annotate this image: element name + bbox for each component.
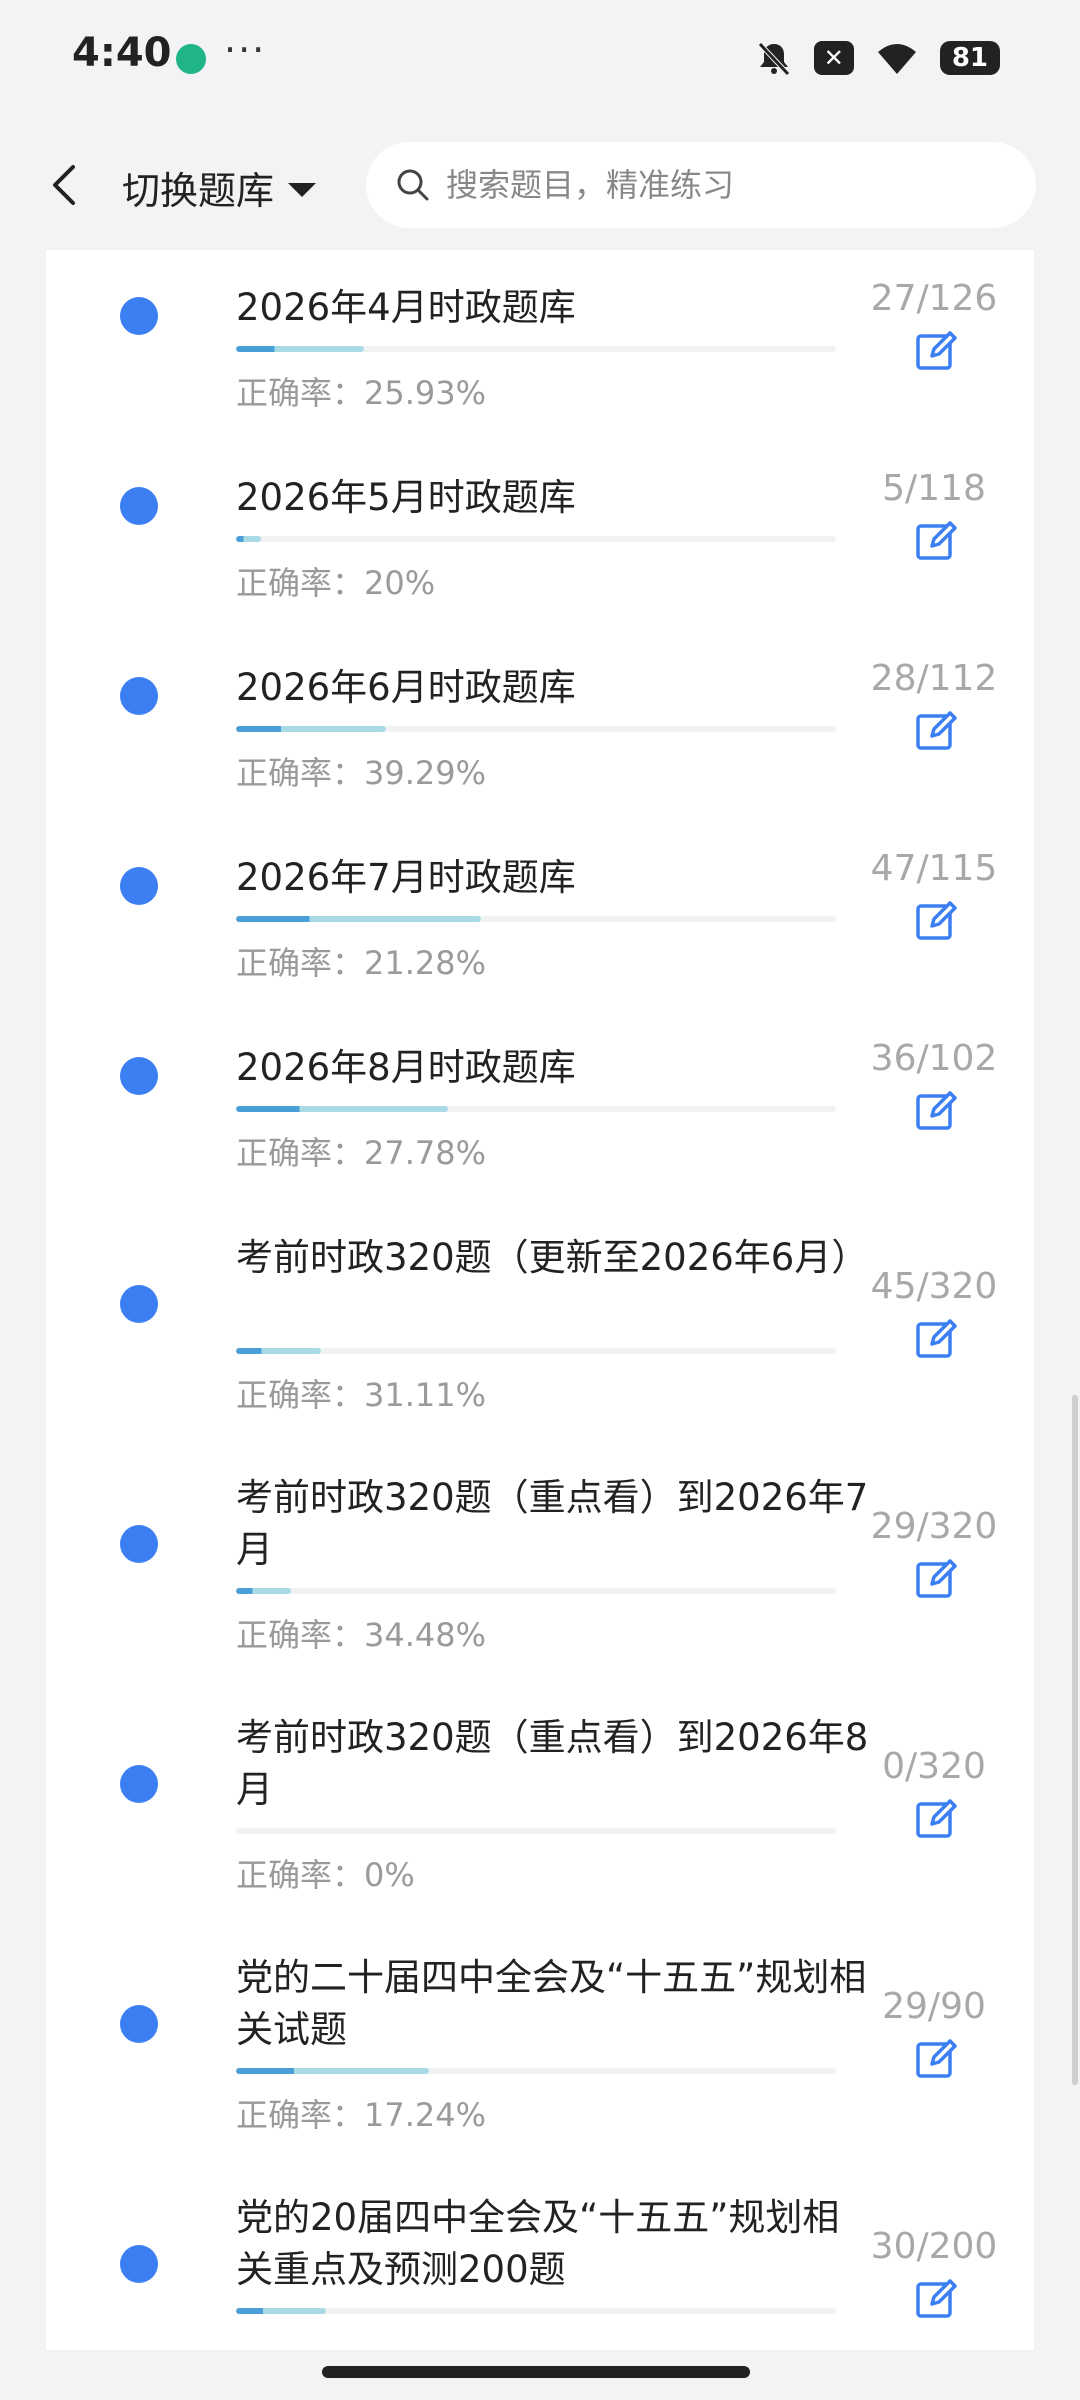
progress-fill	[236, 2308, 326, 2314]
progress-bar	[236, 1588, 836, 1594]
accuracy-text: 正确率：20%	[236, 564, 436, 602]
edit-icon[interactable]	[914, 1796, 958, 1840]
switch-bank-label: 切换题库	[122, 169, 275, 213]
status-dot	[120, 677, 158, 715]
clock: 4:40	[72, 30, 172, 76]
home-indicator[interactable]	[322, 2366, 750, 2378]
progress-bar	[236, 536, 836, 542]
progress-bar	[236, 346, 836, 352]
edit-icon[interactable]	[914, 1316, 958, 1360]
back-button[interactable]	[44, 158, 84, 212]
close-notification-icon: ✕	[813, 41, 854, 75]
list-item[interactable]: 党的20届四中全会及“十五五”规划相关重点及预测200题 30/200	[46, 2182, 1034, 2350]
edit-icon[interactable]	[914, 518, 958, 562]
accuracy-text: 正确率：31.11%	[236, 1376, 487, 1414]
progress-fill	[236, 2068, 430, 2074]
progress-count: 27/126	[870, 278, 998, 319]
chevron-left-icon	[53, 165, 75, 205]
bank-title: 2026年6月时政题库	[236, 666, 576, 709]
progress-count: 29/90	[882, 1986, 986, 2027]
status-icons: ✕ 81	[754, 38, 1000, 78]
list-item[interactable]: 考前时政320题（重点看）到2026年8月正确率：0% 0/320	[46, 1702, 1034, 1896]
scrollbar[interactable]	[1072, 1395, 1078, 2085]
list-item[interactable]: 党的二十届四中全会及“十五五”规划相关试题正确率：17.24% 29/90	[46, 1942, 1034, 2136]
list-item[interactable]: 2026年7月时政题库正确率：21.28% 47/115	[46, 842, 1034, 984]
bank-title: 党的二十届四中全会及“十五五”规划相关试题	[236, 1956, 867, 2051]
list-item[interactable]: 2026年8月时政题库正确率：27.78% 36/102	[46, 1032, 1034, 1174]
status-dot	[120, 1057, 158, 1095]
list-item[interactable]: 2026年4月时政题库正确率：25.93% 27/126	[46, 272, 1034, 414]
caret-down-icon	[288, 182, 317, 197]
progress-count: 47/115	[870, 848, 998, 889]
progress-bar	[236, 916, 836, 922]
accuracy-text: 正确率：34.48%	[236, 1616, 487, 1654]
bank-title: 党的20届四中全会及“十五五”规划相关重点及预测200题	[236, 2196, 840, 2291]
switch-bank-dropdown[interactable]: 切换题库	[122, 160, 317, 215]
progress-count: 29/320	[870, 1506, 998, 1547]
bank-title: 2026年5月时政题库	[236, 476, 576, 519]
status-dot	[120, 1525, 158, 1563]
accuracy-text: 正确率：39.29%	[236, 754, 487, 792]
progress-bar	[236, 2308, 836, 2314]
progress-bar	[236, 726, 836, 732]
progress-fill	[236, 1348, 321, 1354]
status-bar: 4:40 ··· ✕ 81	[0, 0, 1080, 120]
list-item[interactable]: 考前时政320题（重点看）到2026年7月正确率：34.48% 29/320	[46, 1462, 1034, 1656]
bank-title: 2026年4月时政题库	[236, 286, 576, 329]
progress-bar	[236, 1828, 836, 1834]
wifi-icon	[877, 44, 916, 74]
status-dot	[120, 1285, 158, 1323]
question-bank-list: 2026年4月时政题库 正确率：25.93% 27/126 2026年5月时政题库 正确…	[46, 250, 1034, 2350]
progress-fill	[236, 916, 482, 922]
progress-count: 45/320	[870, 1266, 998, 1307]
progress-bar	[236, 2068, 836, 2074]
search-input[interactable]	[444, 165, 1008, 205]
progress-fill	[236, 1588, 291, 1594]
status-dot	[120, 297, 158, 335]
bank-title: 2026年7月时政题库	[236, 856, 576, 899]
list-item[interactable]: 2026年5月时政题库正确率：20% 5/118	[46, 462, 1034, 604]
progress-fill	[236, 346, 365, 352]
bank-title: 考前时政320题（重点看）到2026年7月	[236, 1476, 869, 1571]
mute-bell-icon	[757, 42, 790, 76]
status-dot	[120, 867, 158, 905]
accuracy-text: 正确率：17.24%	[236, 2096, 487, 2134]
bank-title: 2026年8月时政题库	[236, 1046, 576, 1089]
edit-icon[interactable]	[914, 1556, 958, 1600]
edit-icon[interactable]	[914, 708, 958, 752]
progress-fill	[236, 726, 386, 732]
accuracy-text: 正确率：0%	[236, 1856, 415, 1894]
search-bar[interactable]	[366, 142, 1036, 228]
progress-count: 5/118	[882, 468, 986, 509]
status-dot	[120, 487, 158, 525]
progress-bar	[236, 1348, 836, 1354]
progress-fill	[236, 1106, 448, 1112]
status-dot	[120, 2245, 158, 2283]
list-item[interactable]: 2026年6月时政题库正确率：39.29% 28/112	[46, 652, 1034, 794]
edit-icon[interactable]	[914, 2276, 958, 2320]
search-icon	[397, 169, 429, 201]
edit-icon[interactable]	[914, 898, 958, 942]
more-notifications-icon: ···	[224, 28, 267, 72]
bank-title: 考前时政320题（更新至2026年6月）	[236, 1236, 869, 1279]
edit-icon[interactable]	[914, 2036, 958, 2080]
progress-count: 36/102	[870, 1038, 998, 1079]
edit-icon[interactable]	[914, 328, 958, 372]
progress-fill	[236, 536, 262, 542]
progress-count: 30/200	[870, 2226, 998, 2267]
edit-icon[interactable]	[914, 1088, 958, 1132]
bank-title: 考前时政320题（重点看）到2026年8月	[236, 1716, 869, 1811]
status-dot	[120, 1765, 158, 1803]
accuracy-text: 正确率：21.28%	[236, 944, 487, 982]
status-dot	[120, 2005, 158, 2043]
battery-indicator: 81	[939, 41, 1000, 75]
top-bar: 切换题库	[0, 120, 1080, 250]
accuracy-text: 正确率：25.93%	[236, 374, 487, 412]
progress-count: 0/320	[882, 1746, 986, 1787]
progress-count: 28/112	[870, 658, 998, 699]
progress-bar	[236, 1106, 836, 1112]
accuracy-text: 正确率：27.78%	[236, 1134, 487, 1172]
list-item[interactable]: 考前时政320题（更新至2026年6月） 正确率：31.11% 45/320	[46, 1222, 1034, 1416]
app-notification-icon	[176, 44, 206, 74]
